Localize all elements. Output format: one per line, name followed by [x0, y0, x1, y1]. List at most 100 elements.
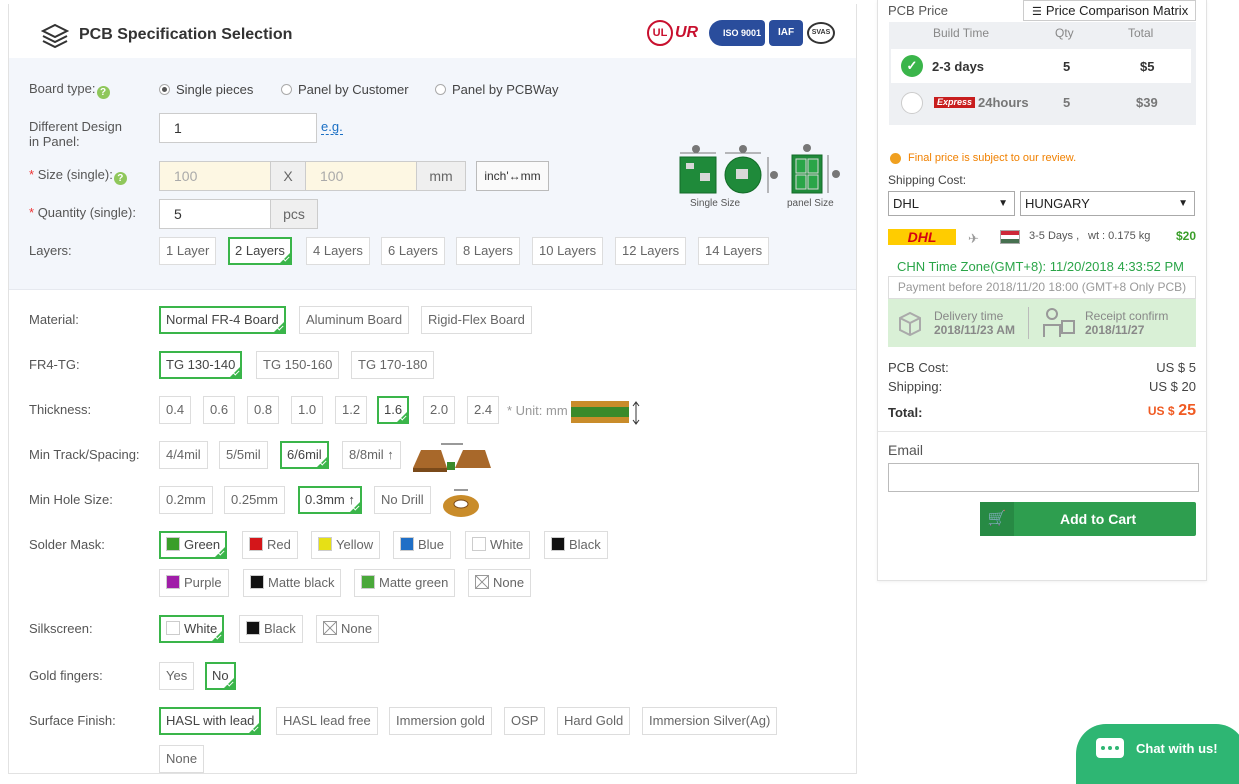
ur-logo: UR: [675, 24, 699, 41]
solder-mask-none[interactable]: None: [468, 569, 532, 597]
shipping-weight: wt : 0.175 kg: [1088, 230, 1151, 242]
shipping-cost: $20: [1176, 229, 1197, 243]
box-icon: [899, 311, 921, 337]
surface-option[interactable]: OSP: [504, 707, 546, 735]
thickness-option[interactable]: 2.0: [423, 396, 456, 424]
help-icon[interactable]: ?: [113, 172, 127, 185]
gold-fingers-label: Gold fingers:: [29, 668, 103, 683]
solder-mask-white[interactable]: White: [465, 531, 531, 559]
gold-fingers-yes[interactable]: Yes: [159, 662, 195, 690]
hole-size-diagram: [443, 489, 479, 517]
thickness-option-selected[interactable]: 1.6: [377, 396, 410, 424]
thickness-option[interactable]: 0.6: [203, 396, 236, 424]
size-height-input[interactable]: 100: [305, 161, 417, 191]
help-icon[interactable]: ?: [96, 86, 110, 99]
surface-option[interactable]: Hard Gold: [557, 707, 631, 735]
thickness-option[interactable]: 1.2: [335, 396, 368, 424]
fr4tg-option-selected[interactable]: TG 130-140: [159, 351, 243, 379]
surface-option-selected[interactable]: HASL with lead: [159, 707, 262, 735]
solder-mask-yellow[interactable]: Yellow: [311, 531, 381, 559]
track-option-selected[interactable]: 6/6mil: [280, 441, 329, 469]
panel-size-caption: panel Size: [787, 198, 834, 209]
solder-mask-matte-green[interactable]: Matte green: [354, 569, 456, 597]
surface-option[interactable]: HASL lead free: [276, 707, 378, 735]
email-input[interactable]: [888, 463, 1199, 492]
chat-button[interactable]: Chat with us!: [1076, 724, 1239, 784]
gold-fingers-no-selected[interactable]: No: [205, 662, 236, 690]
email-label: Email: [888, 442, 924, 458]
pcb-price-title: PCB Price: [888, 3, 948, 18]
build-time: 24hours: [978, 95, 1029, 110]
solder-mask-red[interactable]: Red: [242, 531, 298, 559]
final-price-notice: Final price is subject to our review.: [908, 152, 1077, 164]
hole-option-selected[interactable]: 0.3mm ↑: [298, 486, 362, 514]
layers-option[interactable]: 6 Layers: [381, 237, 445, 265]
layers-label: Layers:: [29, 243, 72, 258]
example-link[interactable]: e.g.: [321, 119, 343, 135]
fr4tg-option[interactable]: TG 150-160: [256, 351, 340, 379]
quantity-input[interactable]: 5: [159, 199, 271, 229]
swatch-matte-black: [250, 575, 264, 589]
unit-convert-button[interactable]: inch'↔mm: [476, 161, 549, 191]
checkmark-icon: ✓: [901, 55, 923, 77]
solder-mask-label: Solder Mask:: [29, 537, 105, 552]
airplane-icon: ✈: [968, 231, 979, 246]
layers-option[interactable]: 8 Layers: [456, 237, 520, 265]
layers-option[interactable]: 12 Layers: [615, 237, 687, 265]
price-row[interactable]: Express 24hours 5 $39: [891, 85, 1191, 121]
solder-mask-matte-black[interactable]: Matte black: [243, 569, 342, 597]
hole-option[interactable]: 0.25mm: [224, 486, 285, 514]
fr4tg-option[interactable]: TG 170-180: [351, 351, 435, 379]
material-option[interactable]: Aluminum Board: [299, 306, 410, 334]
thickness-option[interactable]: 1.0: [291, 396, 324, 424]
board-type-panel-customer[interactable]: Panel by Customer: [281, 82, 409, 97]
track-option[interactable]: 4/4mil: [159, 441, 208, 469]
country-select[interactable]: HUNGARY ▼: [1020, 191, 1195, 216]
total: $39: [1136, 95, 1158, 110]
board-type-panel-pcbway[interactable]: Panel by PCBWay: [435, 82, 558, 97]
pcb-cost-label: PCB Cost:: [888, 360, 949, 375]
layers-option[interactable]: 1 Layer: [159, 237, 217, 265]
thickness-option[interactable]: 0.4: [159, 396, 192, 424]
material-option-selected[interactable]: Normal FR-4 Board: [159, 306, 286, 334]
dhl-logo: DHL: [888, 229, 956, 245]
receipt-confirm-date: 2018/11/27: [1085, 323, 1145, 337]
layers-option-selected[interactable]: 2 Layers: [228, 237, 292, 265]
track-option[interactable]: 5/5mil: [219, 441, 268, 469]
board-type-single[interactable]: Single pieces: [159, 82, 253, 97]
shipping-method-select[interactable]: DHL ▼: [888, 191, 1015, 216]
material-option[interactable]: Rigid-Flex Board: [421, 306, 532, 334]
pcb-spec-panel: PCB Specification Selection UL UR ISO 90…: [8, 4, 857, 774]
solder-mask-purple[interactable]: Purple: [159, 569, 229, 597]
solder-mask-green-selected[interactable]: Green: [159, 531, 228, 559]
layers-option[interactable]: 10 Layers: [532, 237, 604, 265]
pcb-cost-value: US $ 5: [1156, 360, 1196, 375]
hole-option[interactable]: 0.2mm: [159, 486, 213, 514]
layers-option[interactable]: 4 Layers: [306, 237, 370, 265]
thickness-option[interactable]: 0.8: [247, 396, 280, 424]
silkscreen-black[interactable]: Black: [239, 615, 303, 643]
layers-icon: [41, 23, 69, 49]
surface-option[interactable]: Immersion Silver(Ag): [642, 707, 778, 735]
surface-option[interactable]: None: [159, 745, 205, 773]
price-row-selected[interactable]: ✓ 2-3 days 5 $5: [891, 49, 1191, 83]
silkscreen-white-selected[interactable]: White: [159, 615, 225, 643]
total: $5: [1140, 59, 1155, 74]
payment-before: Payment before 2018/11/20 18:00 (GMT+8 O…: [888, 276, 1196, 299]
size-width-input[interactable]: 100: [159, 161, 271, 191]
material-label: Material:: [29, 312, 79, 327]
thickness-option[interactable]: 2.4: [467, 396, 500, 424]
silkscreen-none[interactable]: None: [316, 615, 380, 643]
solder-mask-black[interactable]: Black: [544, 531, 608, 559]
basic-spec-section: Board type:? Single pieces Panel by Cust…: [9, 58, 856, 290]
track-option[interactable]: 8/8mil ↑: [342, 441, 401, 469]
solder-mask-blue[interactable]: Blue: [393, 531, 452, 559]
receipt-confirm-label: Receipt confirm: [1085, 309, 1169, 323]
cart-icon: 🛒: [980, 502, 1014, 536]
price-comparison-button[interactable]: ☰ Price Comparison Matrix: [1023, 0, 1196, 21]
add-to-cart-button[interactable]: 🛒 Add to Cart: [980, 502, 1196, 536]
different-design-input[interactable]: 1: [159, 113, 317, 143]
surface-option[interactable]: Immersion gold: [389, 707, 492, 735]
hole-option[interactable]: No Drill: [374, 486, 431, 514]
layers-option[interactable]: 14 Layers: [698, 237, 770, 265]
